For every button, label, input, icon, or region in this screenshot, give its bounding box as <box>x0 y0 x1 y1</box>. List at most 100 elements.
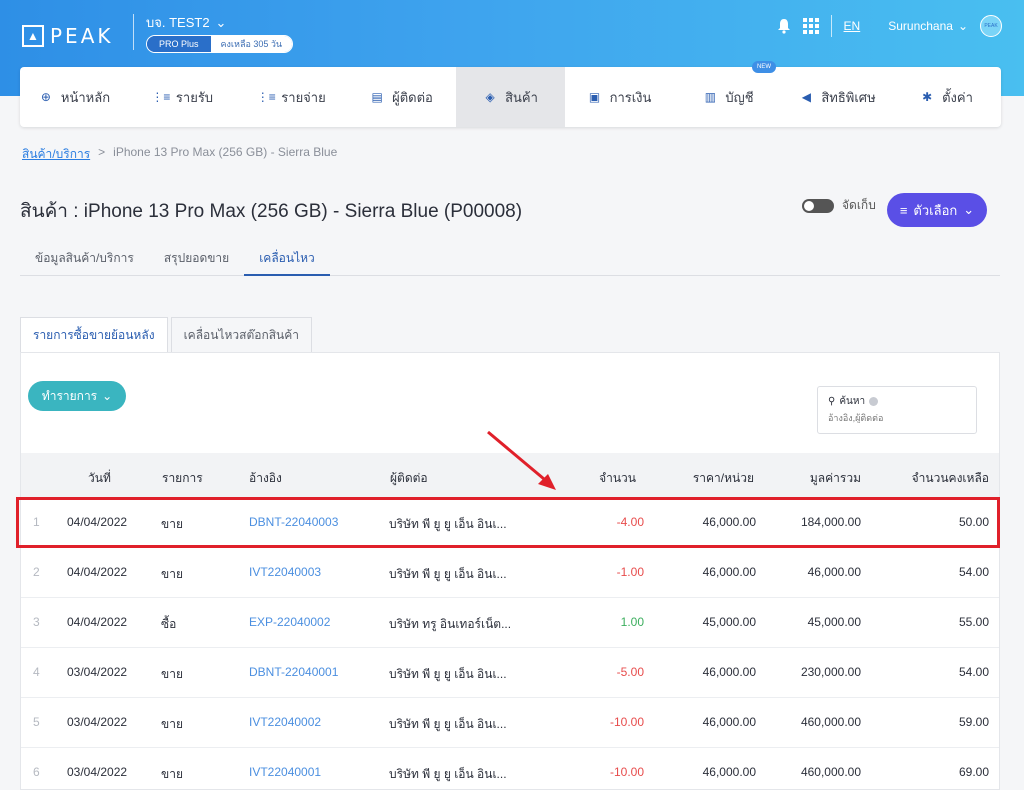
row-balance: 59.00 <box>958 715 989 729</box>
search-box[interactable]: ⚲ ค้นหา <box>817 386 977 434</box>
search-input[interactable] <box>828 413 966 423</box>
row-contact: บริษัท ทรู อินเทอร์เน็ต... <box>389 617 512 631</box>
row-unit-price: 46,000.00 <box>702 765 756 779</box>
row-reference-link[interactable]: IVT22040001 <box>249 765 321 779</box>
table-row[interactable]: 6 03/04/2022 ขาย IVT22040001 บริษัท พี ย… <box>21 748 999 790</box>
row-index: 6 <box>33 765 40 779</box>
row-reference-link[interactable]: DBNT-22040001 <box>249 665 338 679</box>
row-reference-link[interactable]: IVT22040002 <box>249 715 321 729</box>
breadcrumb: สินค้า/บริการ > iPhone 13 Pro Max (256 G… <box>22 145 337 164</box>
nav-label: สิทธิพิเศษ <box>821 89 876 105</box>
nav-item-expense[interactable]: ⋮≡ รายจ่าย <box>238 67 347 127</box>
row-contact: บริษัท พี ยู ยู เอ็น อินเ... <box>389 767 507 781</box>
row-type: ขาย <box>161 667 183 681</box>
bell-icon[interactable] <box>777 18 791 34</box>
nav-item-finance[interactable]: ▣ การเงิน <box>565 67 674 127</box>
nav-item-home[interactable]: ⊕ หน้าหลัก <box>20 67 129 127</box>
company-selector[interactable]: บจ. TEST2 ⌄ <box>146 12 226 33</box>
row-total: 460,000.00 <box>800 765 861 779</box>
top-right-controls: EN Surunchana ⌄ PEAK <box>777 15 1002 37</box>
row-unit-price: 46,000.00 <box>702 565 756 579</box>
search-label: ค้นหา <box>839 396 866 407</box>
nav-label: สินค้า <box>505 89 538 105</box>
row-contact: บริษัท พี ยู ยู เอ็น อินเ... <box>389 717 507 731</box>
column-header-total[interactable]: มูลค่ารวม <box>771 469 861 488</box>
nav-item-contacts[interactable]: ▤ ผู้ติดต่อ <box>347 67 456 127</box>
logo-text: PEAK <box>50 24 114 48</box>
row-quantity: -5.00 <box>616 665 644 679</box>
row-type: ขาย <box>161 767 183 781</box>
column-header-balance[interactable]: จำนวนคงเหลือ <box>881 469 989 488</box>
nav-item-products[interactable]: ◈ สินค้า <box>456 67 565 127</box>
table-row[interactable]: 5 03/04/2022 ขาย IVT22040002 บริษัท พี ย… <box>21 698 999 748</box>
row-quantity: -10.00 <box>609 715 644 729</box>
history-tabs: รายการซื้อขายย้อนหลัง เคลื่อนไหวสต๊อกสิน… <box>20 317 315 353</box>
peak-logo[interactable]: ▲ PEAK <box>22 22 114 50</box>
row-total: 230,000.00 <box>800 665 861 679</box>
action-label: ทำรายการ <box>41 388 98 403</box>
action-button[interactable]: ทำรายการ ⌄ <box>28 381 126 411</box>
tab-transaction-history[interactable]: รายการซื้อขายย้อนหลัง <box>20 317 168 353</box>
breadcrumb-parent[interactable]: สินค้า/บริการ <box>22 145 90 164</box>
row-balance: 54.00 <box>958 665 989 679</box>
breadcrumb-separator: > <box>98 145 106 159</box>
apps-grid-icon[interactable] <box>802 18 819 34</box>
archive-toggle[interactable]: จัดเก็บ <box>802 196 876 215</box>
row-reference-link[interactable]: IVT22040003 <box>249 565 321 579</box>
user-menu[interactable]: Surunchana ⌄ <box>888 19 968 33</box>
chevron-down-icon: ⌄ <box>102 389 113 403</box>
column-header-type[interactable]: รายการ <box>162 469 203 488</box>
table-row[interactable]: 2 04/04/2022 ขาย IVT22040003 บริษัท พี ย… <box>21 548 999 598</box>
row-date: 04/04/2022 <box>67 565 128 579</box>
megaphone-icon: ◀ <box>801 90 811 104</box>
annotation-arrow <box>487 430 556 490</box>
nav-item-settings[interactable]: ✱ ตั้งค่า <box>892 67 1001 127</box>
table-row[interactable]: 4 03/04/2022 ขาย DBNT-22040001 บริษัท พี… <box>21 648 999 698</box>
nav-label: บัญชี <box>725 89 754 105</box>
nav-item-income[interactable]: ⋮≡ รายรับ <box>129 67 238 127</box>
column-header-reference[interactable]: อ้างอิง <box>249 469 282 488</box>
row-quantity: 1.00 <box>620 615 644 629</box>
avatar[interactable]: PEAK <box>980 15 1002 37</box>
tab-sales-summary[interactable]: สรุปยอดขาย <box>149 240 244 276</box>
logo-divider <box>133 14 134 50</box>
row-quantity: -10.00 <box>609 765 644 779</box>
options-button[interactable]: ≡ ตัวเลือก ⌄ <box>887 193 987 227</box>
gear-icon: ✱ <box>922 90 933 104</box>
toggle-switch[interactable] <box>802 198 834 213</box>
row-type: ขาย <box>161 717 183 731</box>
annotation-highlight-box <box>16 497 1000 548</box>
tab-product-info[interactable]: ข้อมูลสินค้า/บริการ <box>20 240 149 276</box>
table-row[interactable]: 3 04/04/2022 ซื้อ EXP-22040002 บริษัท ทร… <box>21 598 999 648</box>
breadcrumb-current: iPhone 13 Pro Max (256 GB) - Sierra Blue <box>113 145 338 159</box>
row-index: 2 <box>33 565 40 579</box>
row-date: 03/04/2022 <box>67 715 128 729</box>
search-label-row: ⚲ ค้นหา <box>828 394 966 409</box>
nav-item-privileges[interactable]: ◀ สิทธิพิเศษ <box>783 67 892 127</box>
archive-label: จัดเก็บ <box>842 198 876 212</box>
column-header-unit-price[interactable]: ราคา/หน่วย <box>664 469 754 488</box>
tab-movements[interactable]: เคลื่อนไหว <box>244 240 330 276</box>
nav-label: ผู้ติดต่อ <box>392 89 433 105</box>
divider <box>830 15 832 37</box>
page-title: สินค้า : iPhone 13 Pro Max (256 GB) - Si… <box>20 201 523 222</box>
language-switch[interactable]: EN <box>844 19 861 33</box>
tab-stock-movement[interactable]: เคลื่อนไหวสต๊อกสินค้า <box>170 317 313 353</box>
search-icon: ⚲ <box>828 396 836 407</box>
row-total: 460,000.00 <box>800 715 861 729</box>
help-icon[interactable] <box>869 397 879 406</box>
column-header-date[interactable]: วันที่ <box>88 469 111 488</box>
nav-label: หน้าหลัก <box>60 89 111 105</box>
row-reference-link[interactable]: EXP-22040002 <box>249 615 330 629</box>
column-header-contact[interactable]: ผู้ติดต่อ <box>390 469 428 488</box>
money-icon: ▣ <box>588 90 601 104</box>
row-type: ซื้อ <box>161 617 177 631</box>
new-badge: NEW <box>752 61 776 73</box>
row-unit-price: 46,000.00 <box>702 665 756 679</box>
nav-item-accounting[interactable]: NEW ▥ บัญชี <box>674 61 783 127</box>
row-contact: บริษัท พี ยู ยู เอ็น อินเ... <box>389 667 507 681</box>
column-header-quantity[interactable]: จำนวน <box>581 469 636 488</box>
income-icon: ⋮≡ <box>151 90 171 104</box>
plan-badge: PRO Plus <box>147 36 211 52</box>
row-date: 03/04/2022 <box>67 665 128 679</box>
